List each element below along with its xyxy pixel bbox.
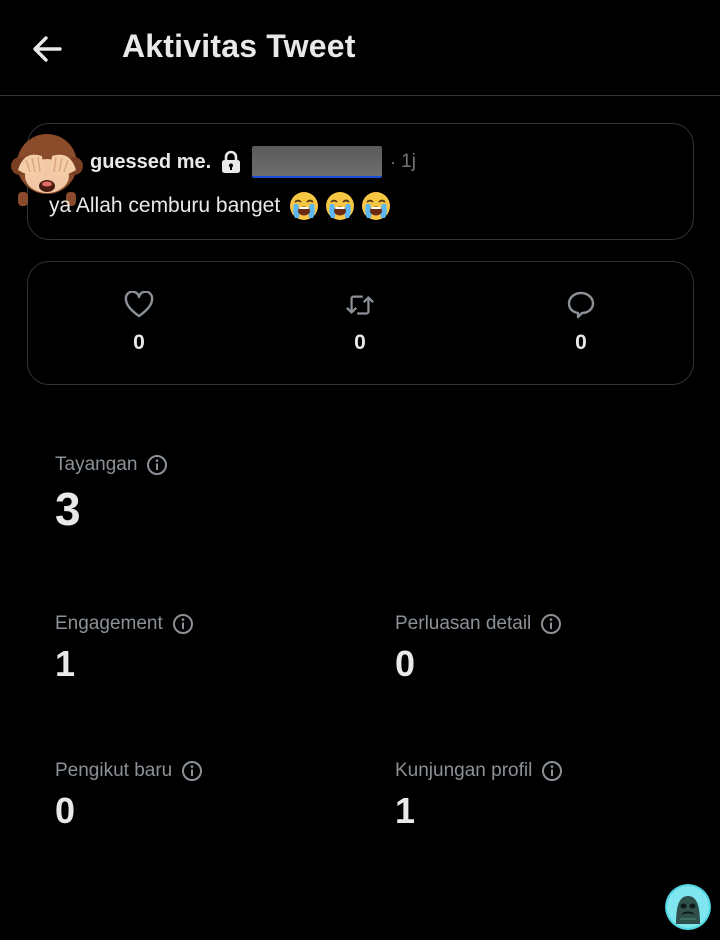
metric-profile-visits: Kunjungan profil 1 xyxy=(395,760,563,832)
heart-icon xyxy=(124,290,154,320)
account-avatar-button[interactable] xyxy=(665,884,711,930)
info-icon[interactable] xyxy=(181,760,203,782)
back-button[interactable] xyxy=(24,26,70,72)
metric-views: Tayangan 3 xyxy=(55,454,168,536)
metric-value: 0 xyxy=(55,790,76,831)
lock-icon xyxy=(220,150,242,174)
reply-icon xyxy=(566,290,596,320)
likes-stat[interactable]: 0 xyxy=(99,290,179,355)
tweet-text: ya Allah cemburu banget xyxy=(49,190,392,222)
loudly-crying-face-emoji-icon xyxy=(324,190,356,222)
info-icon[interactable] xyxy=(541,760,563,782)
separator-dot: · xyxy=(390,151,397,172)
metric-value: 3 xyxy=(55,483,81,535)
likes-count: 0 xyxy=(133,331,145,354)
metric-label: Tayangan xyxy=(55,454,138,475)
tweet-header: guessed me. · 1j xyxy=(90,146,416,178)
metric-label: Engagement xyxy=(55,613,163,634)
metric-value: 1 xyxy=(55,643,76,684)
top-bar: Aktivitas Tweet xyxy=(0,0,720,96)
metric-engagement: Engagement 1 xyxy=(55,613,194,685)
tweet-time[interactable]: 1j xyxy=(401,151,416,173)
loudly-crying-face-emoji-icon xyxy=(360,190,392,222)
replies-stat[interactable]: 0 xyxy=(541,290,621,355)
metric-value: 0 xyxy=(395,643,416,684)
metric-label: Kunjungan profil xyxy=(395,760,533,781)
metric-new-followers: Pengikut baru 0 xyxy=(55,760,203,832)
metric-label: Perluasan detail xyxy=(395,613,532,634)
replies-count: 0 xyxy=(575,331,587,354)
info-icon[interactable] xyxy=(540,613,562,635)
retweet-icon xyxy=(345,290,375,320)
redacted-username xyxy=(252,146,383,178)
retweets-stat[interactable]: 0 xyxy=(320,290,400,355)
metric-value: 1 xyxy=(395,790,416,831)
retweets-count: 0 xyxy=(354,331,366,354)
arrow-left-icon xyxy=(33,36,62,62)
metric-detail-expands: Perluasan detail 0 xyxy=(395,613,562,685)
loudly-crying-face-emoji-icon xyxy=(288,190,320,222)
page-title: Aktivitas Tweet xyxy=(122,28,356,64)
avatar-character-icon xyxy=(665,884,711,930)
tweet-text-content: ya Allah cemburu banget xyxy=(49,194,281,217)
info-icon[interactable] xyxy=(172,613,194,635)
tweet-card[interactable] xyxy=(27,123,694,240)
display-name[interactable]: guessed me. xyxy=(90,151,211,174)
metric-label: Pengikut baru xyxy=(55,760,173,781)
info-icon[interactable] xyxy=(146,454,168,476)
